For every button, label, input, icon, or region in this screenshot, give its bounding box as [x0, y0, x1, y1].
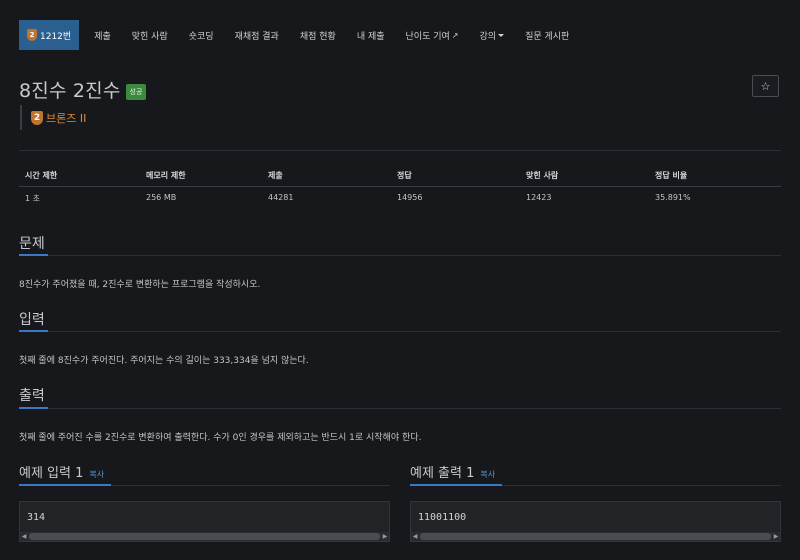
section-title-problem: 문제 — [19, 236, 45, 252]
example-output-title: 예제 출력 1 복사 — [410, 462, 495, 481]
bronze-tier-icon: 2 — [31, 110, 43, 125]
tier-label[interactable]: 브론즈 II — [46, 110, 86, 126]
nav-item-question-board[interactable]: 질문 게시판 — [525, 29, 569, 42]
nav-item-rejudge-results[interactable]: 재채점 결과 — [235, 29, 279, 42]
header-accept-rate: 정답 비율 — [655, 171, 688, 180]
value-accept-rate: 35.891% — [655, 193, 691, 202]
nav-item-label: 강의 — [479, 31, 497, 42]
nav-item-submit[interactable]: 제출 — [94, 29, 111, 42]
output-description: 첫째 줄에 주어진 수를 2진수로 변환하여 출력한다. 수가 0인 경우를 제… — [19, 433, 422, 443]
page-title: 8진수 2진수 — [19, 80, 121, 102]
copy-output-button[interactable]: 복사 — [480, 469, 495, 480]
value-memory-limit: 256 MB — [146, 193, 177, 202]
nav-item-short-coding[interactable]: 숏코딩 — [189, 29, 214, 42]
value-accepted: 14956 — [397, 193, 423, 202]
scroll-right-icon[interactable]: ▶ — [381, 533, 389, 540]
example-input-box[interactable]: 314 ◀ ▶ — [19, 501, 390, 542]
header-memory-limit: 메모리 제한 — [146, 171, 186, 180]
example-input-label: 예제 입력 1 — [19, 466, 84, 481]
example-output-box[interactable]: 11001100 ◀ ▶ — [410, 501, 781, 542]
scroll-thumb[interactable] — [29, 533, 380, 540]
table-header-row: 시간 제한 메모리 제한 제출 정답 맞힌 사람 정답 비율 — [19, 164, 781, 186]
scroll-right-icon[interactable]: ▶ — [772, 533, 780, 540]
value-submissions: 44281 — [268, 193, 294, 202]
scroll-thumb[interactable] — [420, 533, 771, 540]
horizontal-scrollbar[interactable]: ◀ ▶ — [20, 532, 389, 541]
value-time-limit: 1 초 — [25, 194, 40, 203]
problem-description: 8진수가 주어졌을 때, 2진수로 변환하는 프로그램을 작성하시오. — [19, 280, 261, 290]
header-solvers: 맞힌 사람 — [526, 171, 559, 180]
scroll-left-icon[interactable]: ◀ — [20, 533, 28, 540]
example-input-title: 예제 입력 1 복사 — [19, 462, 104, 481]
bronze-tier-icon: 2 — [27, 29, 37, 41]
section-underline — [19, 407, 48, 409]
divider — [19, 331, 781, 332]
value-solvers: 12423 — [526, 193, 552, 202]
scroll-left-icon[interactable]: ◀ — [411, 533, 419, 540]
example-output-code: 11001100 — [418, 512, 467, 523]
divider — [19, 255, 781, 256]
nav-item-label: 난이도 기여 — [405, 31, 450, 42]
chevron-down-icon — [498, 33, 505, 37]
nav-item-difficulty-contribution[interactable]: 난이도 기여 ↗ — [406, 29, 459, 42]
header-submissions: 제출 — [268, 171, 283, 180]
copy-input-button[interactable]: 복사 — [89, 469, 104, 480]
input-description: 첫째 줄에 8진수가 주어진다. 주어지는 수의 길이는 333,334을 넘지… — [19, 356, 309, 366]
nav-item-my-submissions[interactable]: 내 제출 — [357, 29, 385, 42]
nav-item-lectures[interactable]: 강의 — [480, 29, 505, 42]
horizontal-scrollbar[interactable]: ◀ ▶ — [411, 532, 780, 541]
section-underline — [410, 484, 502, 486]
section-underline — [19, 254, 48, 256]
header-time-limit: 시간 제한 — [25, 171, 58, 180]
tier-line: 2 브론즈 II — [20, 105, 86, 130]
status-badge: 성공 — [125, 83, 147, 100]
external-link-icon: ↗ — [451, 30, 459, 40]
section-title-input: 입력 — [19, 312, 45, 328]
nav-item-label: 1212번 — [40, 31, 72, 42]
divider — [19, 408, 781, 409]
nav-item-judge-status[interactable]: 채점 현황 — [300, 29, 336, 42]
header-accepted: 정답 — [397, 171, 412, 180]
favorite-star-button[interactable]: ☆ — [752, 75, 779, 97]
problem-info-table: 시간 제한 메모리 제한 제출 정답 맞힌 사람 정답 비율 1 초 256 M… — [19, 164, 781, 209]
section-title-output: 출력 — [19, 388, 45, 404]
divider — [19, 150, 781, 151]
nav-item-problem[interactable]: 2 1212번 — [19, 20, 80, 50]
section-underline — [19, 484, 111, 486]
table-row: 1 초 256 MB 44281 14956 12423 35.891% — [19, 187, 781, 209]
example-input-code: 314 — [27, 512, 46, 523]
star-icon: ☆ — [760, 79, 771, 93]
title-row: 8진수 2진수 성공 — [19, 76, 147, 103]
problem-nav: 2 1212번 제출 맞힌 사람 숏코딩 재채점 결과 채점 현황 내 제출 난… — [19, 20, 590, 50]
nav-item-solvers[interactable]: 맞힌 사람 — [132, 29, 168, 42]
example-output-label: 예제 출력 1 — [410, 466, 475, 481]
section-underline — [19, 330, 48, 332]
